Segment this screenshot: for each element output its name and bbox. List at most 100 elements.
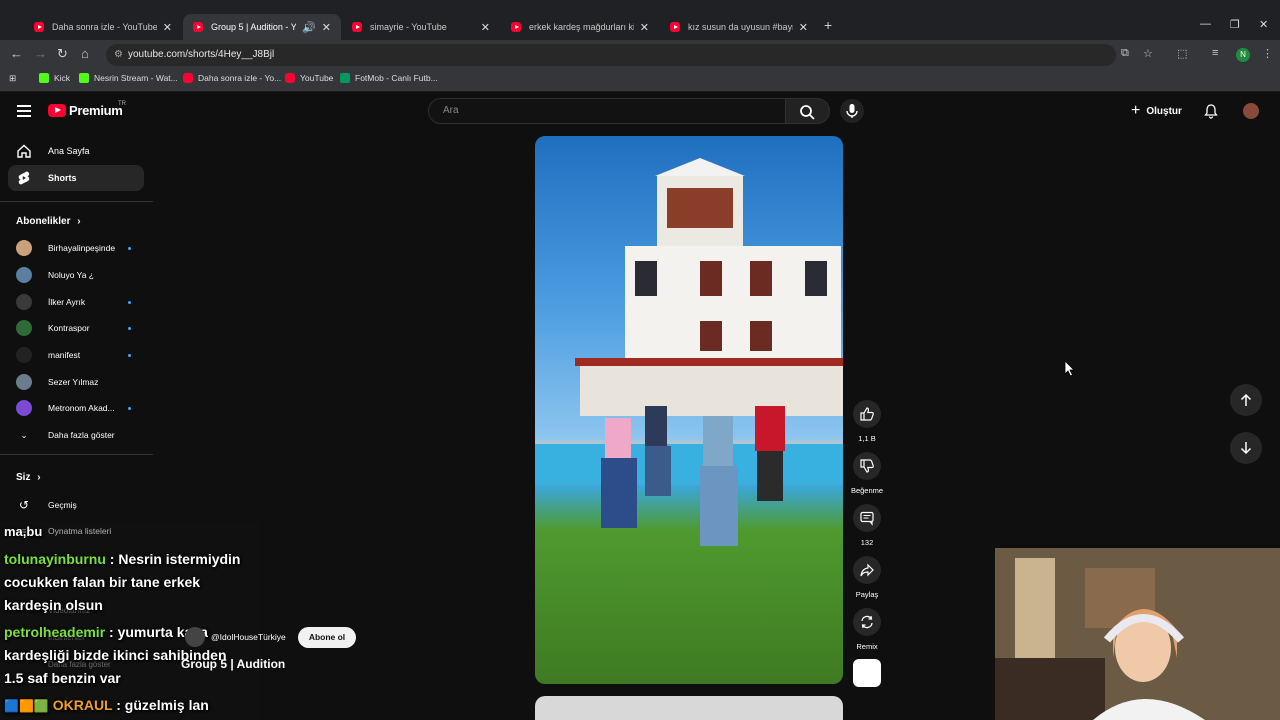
apps-grid-icon[interactable]: ⊞ [9, 73, 16, 84]
chat-line: ma,bu [4, 524, 42, 539]
channel-avatar [16, 267, 32, 283]
sound-thumbnail[interactable] [853, 659, 881, 687]
subscription-item[interactable]: Sezer Yılmaz [16, 372, 136, 392]
close-window-icon[interactable]: ✕ [1259, 18, 1268, 31]
thumbs-up-icon [860, 407, 874, 421]
subscribe-button[interactable]: Abone ol [298, 627, 356, 648]
channel-name: Birhayalinpeşinde [48, 243, 116, 253]
search-button[interactable] [786, 98, 830, 124]
plus-icon: + [1131, 102, 1141, 119]
create-label: Oluştur [1146, 105, 1182, 117]
video-frame-image [535, 158, 843, 546]
chat-username: petrolheademir [4, 624, 106, 640]
sidebar-item-shorts[interactable]: Shorts [8, 165, 144, 191]
voice-search-button[interactable] [840, 99, 864, 123]
site-info-icon[interactable]: ⚙ [114, 44, 123, 66]
reload-icon[interactable]: ↻ [57, 46, 68, 62]
comments-button[interactable] [853, 504, 881, 532]
address-bar-row: ← → ↻ ⌂ ⚙ youtube.com/shorts/4Hey__J8Bjl… [0, 40, 1280, 68]
channel-avatar [16, 294, 32, 310]
browser-tab[interactable]: erkek kardeş mağdurları kişisel ✕ [501, 14, 659, 40]
create-button[interactable]: + Oluştur [1131, 102, 1182, 120]
channel-avatar [16, 347, 32, 363]
bookmark-item[interactable]: FotMob - Canlı Futb... [340, 73, 438, 83]
subscription-item[interactable]: Metronom Akad... [16, 398, 136, 418]
next-short-preview[interactable] [535, 696, 843, 720]
tab-label: Daha sonra izle - YouTube [52, 22, 157, 32]
new-content-dot [128, 246, 131, 250]
sidebar-item-history[interactable]: ↺ Geçmiş [16, 495, 136, 515]
install-app-icon[interactable]: ⧉ [1121, 47, 1129, 60]
dislike-button[interactable] [853, 452, 881, 480]
menu-icon[interactable] [17, 105, 31, 117]
media-control-icon[interactable]: ≡ [1212, 47, 1218, 59]
history-icon: ↺ [18, 498, 30, 512]
tab-label: Group 5 | Audition - YouTube [211, 22, 296, 32]
home-icon [16, 143, 32, 159]
like-button[interactable] [853, 400, 881, 428]
close-tab-icon[interactable]: ✕ [799, 21, 808, 34]
url-field[interactable]: ⚙ youtube.com/shorts/4Hey__J8Bjl [106, 44, 1116, 66]
minimize-icon[interactable]: — [1200, 18, 1211, 30]
browser-menu-icon[interactable]: ⋮ [1262, 47, 1273, 60]
bookmark-item[interactable]: YouTube [285, 73, 333, 83]
comment-count: 132 [860, 538, 874, 547]
youtube-logo-icon[interactable] [48, 104, 66, 117]
bookmark-item[interactable]: Daha sonra izle - Yo... [183, 73, 281, 83]
short-channel-info[interactable]: @IdolHouseTürkiye [185, 627, 286, 647]
browser-tab[interactable]: simayrie - YouTube ✕ [342, 14, 500, 40]
search-input[interactable]: Ara [428, 98, 786, 124]
next-short-button[interactable] [1230, 432, 1262, 464]
show-more-button[interactable]: ⌄ Daha fazla göster [16, 425, 136, 445]
back-icon[interactable]: ← [10, 46, 23, 61]
bookmark-star-icon[interactable]: ☆ [1143, 47, 1153, 60]
you-section-header[interactable]: Siz › [16, 472, 41, 483]
arrow-down-icon [1240, 442, 1252, 455]
previous-short-button[interactable] [1230, 384, 1262, 416]
close-tab-icon[interactable]: ✕ [163, 21, 172, 34]
tab-label: kız susun da uyusun #bayram # [688, 22, 793, 32]
subscription-item[interactable]: Kontraspor [16, 318, 136, 338]
arrow-up-icon [1240, 393, 1252, 406]
subscription-item[interactable]: Birhayalinpeşinde [16, 238, 136, 258]
subscriptions-header[interactable]: Abonelikler › [16, 216, 81, 227]
thumbs-down-icon [860, 459, 874, 473]
new-tab-icon[interactable]: + [824, 17, 832, 33]
browser-tab[interactable]: Daha sonra izle - YouTube ✕ [24, 14, 182, 40]
subscription-item[interactable]: İlker Ayrık [16, 292, 136, 312]
remix-button[interactable] [853, 608, 881, 636]
browser-profile-avatar[interactable]: N [1236, 48, 1250, 62]
close-tab-icon[interactable]: ✕ [322, 21, 331, 34]
channel-avatar [16, 374, 32, 390]
new-content-dot [128, 353, 131, 357]
restore-icon[interactable]: ❐ [1230, 18, 1240, 31]
logo-text[interactable]: Premium [69, 103, 123, 118]
channel-name: Sezer Yılmaz [48, 377, 99, 387]
short-video-player[interactable] [535, 136, 843, 684]
extensions-icon[interactable]: ⬚ [1177, 47, 1187, 60]
speaker-icon[interactable]: 🔊 [302, 21, 316, 34]
chat-message-text: kardeşin olsun [4, 597, 103, 613]
sidebar-item-home[interactable]: Ana Sayfa [8, 138, 144, 164]
kick-icon [79, 73, 89, 83]
close-tab-icon[interactable]: ✕ [481, 21, 490, 34]
browser-tab-active[interactable]: Group 5 | Audition - YouTube 🔊 ✕ [183, 14, 341, 40]
section-title: Siz [16, 472, 31, 483]
bookmark-item[interactable]: Kick [39, 73, 70, 83]
new-content-dot [128, 300, 131, 304]
notifications-bell-icon[interactable] [1203, 103, 1219, 119]
account-avatar[interactable] [1243, 103, 1259, 119]
bookmark-label: Nesrin Stream - Wat... [94, 73, 178, 83]
home-icon[interactable]: ⌂ [81, 46, 89, 61]
chat-line: kardeşin olsun [4, 597, 103, 613]
share-button[interactable] [853, 556, 881, 584]
browser-tab[interactable]: kız susun da uyusun #bayram # ✕ [660, 14, 818, 40]
chat-message-text: 1.5 saf benzin var [4, 670, 121, 686]
divider [0, 454, 153, 455]
subscription-item[interactable]: Noluyo Ya ¿ [16, 265, 136, 285]
subscription-item[interactable]: manifest [16, 345, 136, 365]
forward-icon[interactable]: → [34, 46, 47, 61]
bookmark-item[interactable]: Nesrin Stream - Wat... [79, 73, 178, 83]
chat-line: tolunayinburnu : Nesrin istermiydin [4, 551, 240, 567]
close-tab-icon[interactable]: ✕ [640, 21, 649, 34]
